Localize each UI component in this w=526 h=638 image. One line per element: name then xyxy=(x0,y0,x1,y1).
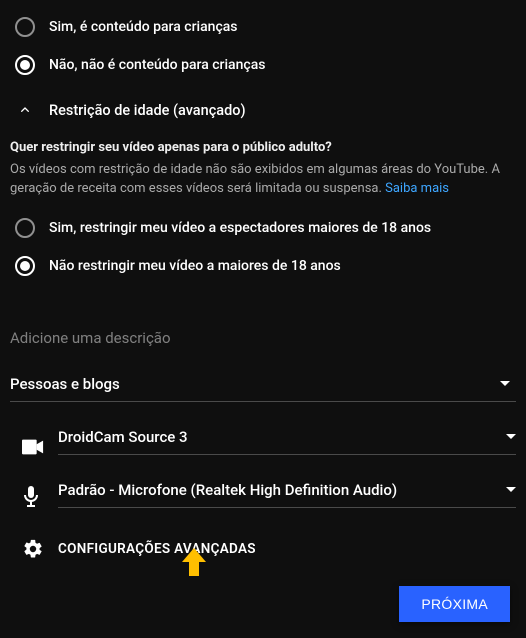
audience-no-row[interactable]: Não, não é conteúdo para crianças xyxy=(10,46,516,84)
radio-checked-icon xyxy=(15,256,35,276)
audience-yes-label: Sim, é conteúdo para crianças xyxy=(49,19,238,35)
microphone-select[interactable]: Padrão - Microfone (Realtek High Definit… xyxy=(58,473,516,508)
gear-icon xyxy=(22,538,44,560)
caret-down-icon xyxy=(500,381,510,386)
description-input[interactable]: Adicione uma descrição xyxy=(10,323,516,353)
radio-unchecked-icon xyxy=(15,17,35,37)
age-restriction-help: Os vídeos com restrição de idade não são… xyxy=(10,161,516,205)
learn-more-link[interactable]: Saiba mais xyxy=(385,181,449,196)
microphone-icon xyxy=(22,486,40,508)
age-restriction-toggle[interactable]: Restrição de idade (avançado) xyxy=(10,84,516,130)
camera-value: DroidCam Source 3 xyxy=(58,428,506,446)
age-restriction-question: Quer restringir seu vídeo apenas para o … xyxy=(10,130,516,161)
camera-icon xyxy=(22,439,44,455)
age-restrict-yes-label: Sim, restringir meu vídeo a espectadores… xyxy=(49,220,431,236)
age-restrict-no-label: Não restringir meu vídeo a maiores de 18… xyxy=(49,258,341,274)
camera-select[interactable]: DroidCam Source 3 xyxy=(58,420,516,455)
age-restriction-label: Restrição de idade (avançado) xyxy=(49,102,246,119)
next-button[interactable]: PRÓXIMA xyxy=(399,586,510,622)
caret-down-icon xyxy=(506,487,516,492)
audience-yes-row[interactable]: Sim, é conteúdo para crianças xyxy=(10,8,516,46)
microphone-value: Padrão - Microfone (Realtek High Definit… xyxy=(58,481,506,499)
chevron-up-icon xyxy=(15,100,35,120)
radio-unchecked-icon xyxy=(15,218,35,238)
audience-no-label: Não, não é conteúdo para crianças xyxy=(49,57,265,73)
caret-down-icon xyxy=(506,434,516,439)
category-select[interactable]: Pessoas e blogs xyxy=(10,367,516,402)
advanced-settings-label: CONFIGURAÇÕES AVANÇADAS xyxy=(58,541,256,557)
advanced-settings-button[interactable]: CONFIGURAÇÕES AVANÇADAS xyxy=(10,538,516,560)
category-value: Pessoas e blogs xyxy=(10,375,500,393)
age-restrict-yes-row[interactable]: Sim, restringir meu vídeo a espectadores… xyxy=(10,209,516,247)
age-restrict-no-row[interactable]: Não restringir meu vídeo a maiores de 18… xyxy=(10,247,516,285)
radio-checked-icon xyxy=(15,55,35,75)
